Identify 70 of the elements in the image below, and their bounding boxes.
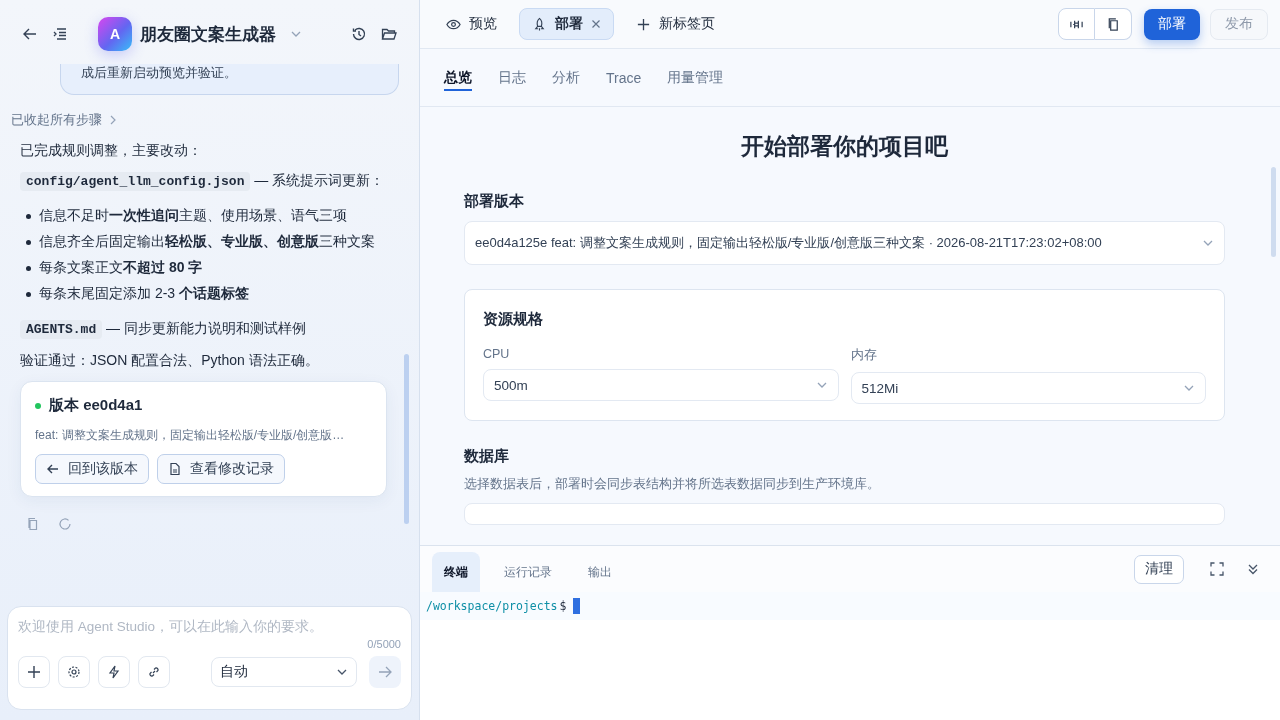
file-path: AGENTS.md: [20, 320, 103, 340]
section-title: 部署版本: [464, 192, 525, 211]
scrollbar[interactable]: [1271, 167, 1276, 257]
subtab[interactable]: 总览: [444, 64, 472, 91]
plus-icon: [27, 665, 41, 679]
card-title: 资源规格: [483, 310, 544, 329]
bullet-text: 每条末尾固定添加 2-3 个话题标签: [39, 285, 249, 304]
app-name[interactable]: 朋友圈文案生成器: [140, 22, 276, 46]
field-label: 内存: [850, 347, 878, 364]
tab[interactable]: 部署: [519, 8, 614, 40]
verification-text: 验证通过：JSON 配置合法、Python 语法正确。: [20, 350, 320, 370]
code-view-button[interactable]: [1058, 8, 1095, 40]
document-icon: [168, 462, 182, 477]
link-button[interactable]: [138, 656, 170, 688]
copy-view-button[interactable]: [1095, 8, 1132, 40]
clear-button[interactable]: 清理: [1134, 554, 1184, 584]
file-note: — 同步更新能力说明和测试样例: [106, 320, 306, 337]
add-button[interactable]: [18, 656, 50, 688]
subtab[interactable]: Trace: [606, 65, 642, 90]
terminal-tab[interactable]: 输出: [576, 552, 624, 592]
section-title: 数据库: [464, 447, 510, 466]
version-title: 版本 ee0d4a1: [49, 396, 143, 416]
subtab[interactable]: 分析: [552, 64, 580, 91]
terminal-tab[interactable]: 终端: [432, 552, 480, 592]
tab[interactable]: 预览: [434, 9, 509, 39]
collapse-icon[interactable]: [1246, 562, 1260, 576]
chevron-right-icon: [108, 115, 118, 125]
terminal-cursor: [572, 598, 580, 614]
menu-icon[interactable]: [52, 26, 68, 42]
back-arrow-icon[interactable]: [22, 26, 38, 42]
bubble-text: 成后重新启动预览并验证。: [81, 64, 238, 82]
section-description: 选择数据表后，部署时会同步表结构并将所选表数据同步到生产环境库。: [464, 476, 881, 493]
terminal-tab[interactable]: 运行记录: [492, 552, 564, 592]
terminal-path: /workspace/projects: [426, 599, 558, 613]
fullscreen-icon[interactable]: [1210, 562, 1224, 576]
lightning-icon: [107, 665, 121, 679]
scrollbar[interactable]: [404, 354, 409, 524]
file-path: config/agent_llm_config.json: [20, 172, 251, 192]
mode-select[interactable]: 自动: [211, 657, 357, 687]
subtab[interactable]: 用量管理: [667, 64, 724, 91]
resource-select[interactable]: 500m: [483, 369, 839, 401]
view-changes-button[interactable]: 查看修改记录: [157, 454, 285, 485]
restore-version-button[interactable]: 回到该版本: [35, 454, 149, 485]
folder-icon[interactable]: [381, 26, 397, 42]
arrow-right-icon: [378, 665, 392, 679]
app-icon: A: [98, 17, 132, 51]
plus-icon: [636, 16, 651, 32]
settings-button[interactable]: [58, 656, 90, 688]
link-icon: [147, 665, 161, 679]
version-select[interactable]: ee0d4a125e feat: 调整文案生成规则，固定输出轻松版/专业版/创意版三种文案 · 2026-08-21T17:23:02+08:00: [464, 221, 1225, 265]
bullet-text: 信息齐全后固定输出轻松版、专业版、创意版三种文案: [39, 233, 375, 252]
terminal-prompt: $: [559, 599, 567, 613]
rocket-icon: [532, 16, 547, 32]
character-counter: 0/5000: [366, 638, 401, 650]
resource-select[interactable]: 512Mi: [850, 372, 1206, 404]
version-message: feat: 调整文案生成规则，固定输出轻松版/专业版/创意版…: [35, 427, 346, 445]
collapsed-steps-link[interactable]: 已收起所有步骤: [11, 111, 118, 129]
file-note: — 系统提示词更新：: [254, 172, 385, 189]
close-icon[interactable]: [591, 19, 601, 29]
field-label: CPU: [483, 347, 511, 361]
bullet-text: 信息不足时一次性追问主题、使用场景、语气三项: [39, 207, 347, 226]
page-heading: 开始部署你的项目吧: [740, 132, 949, 161]
summary-text: 已完成规则调整，主要改动：: [20, 141, 203, 160]
tab[interactable]: 新标签页: [624, 9, 727, 39]
history-icon[interactable]: [351, 26, 367, 42]
lightning-button[interactable]: [98, 656, 130, 688]
settings-icon: [67, 665, 81, 679]
deploy-button[interactable]: 部署: [1144, 8, 1200, 40]
bullet-text: 每条文案正文不超过 80 字: [39, 259, 203, 278]
subtab[interactable]: 日志: [498, 64, 526, 91]
